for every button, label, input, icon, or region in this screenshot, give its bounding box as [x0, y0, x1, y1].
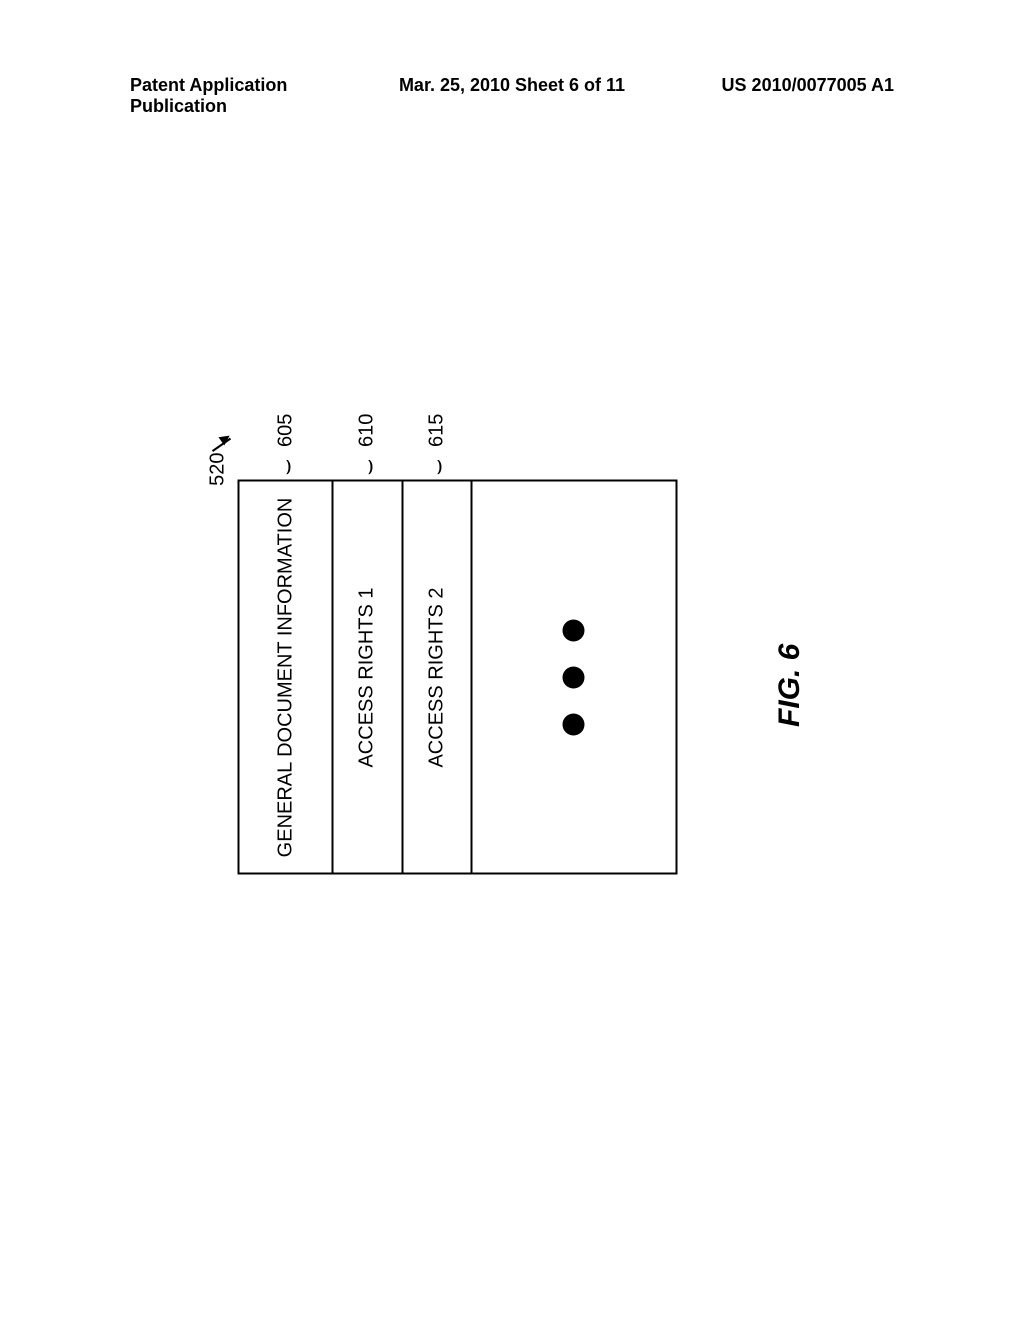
row-general-document-info: GENERAL DOCUMENT INFORMATION ⌣ 605 [240, 482, 334, 873]
brace-icon: ⌣ [424, 452, 450, 482]
row-label: ACCESS RIGHTS 1 [356, 587, 379, 767]
diagram-520: 520 GENERAL DOCUMENT INFORMATION ⌣ 605 A… [238, 458, 633, 898]
reference-520-number: 520 [207, 453, 230, 486]
reference-number: 610 [356, 414, 379, 447]
header-structure-table: 520 GENERAL DOCUMENT INFORMATION ⌣ 605 A… [238, 480, 678, 875]
ellipsis-dot-icon [563, 667, 585, 689]
ellipsis-dot-icon [563, 620, 585, 642]
reference-number: 605 [274, 414, 297, 447]
arrow-icon [208, 428, 228, 448]
row-ellipsis [472, 482, 675, 873]
ellipsis-dot-icon [563, 714, 585, 736]
header-publication-number: US 2010/0077005 A1 [639, 75, 894, 117]
reference-520: 520 [207, 428, 230, 486]
row-access-rights-1: ACCESS RIGHTS 1 ⌣ 610 [334, 482, 403, 873]
figure-label: FIG. 6 [773, 644, 807, 727]
row-label: ACCESS RIGHTS 2 [425, 587, 448, 767]
brace-icon: ⌣ [273, 452, 299, 482]
header-publication-type: Patent Application Publication [130, 75, 385, 117]
brace-icon: ⌣ [354, 452, 380, 482]
callout-605: ⌣ 605 [273, 414, 299, 482]
page-header: Patent Application Publication Mar. 25, … [0, 75, 1024, 117]
reference-number: 615 [425, 414, 448, 447]
callout-610: ⌣ 610 [354, 414, 380, 482]
header-date-sheet: Mar. 25, 2010 Sheet 6 of 11 [385, 75, 640, 117]
callout-615: ⌣ 615 [424, 414, 450, 482]
row-access-rights-2: ACCESS RIGHTS 2 ⌣ 615 [403, 482, 472, 873]
row-label: GENERAL DOCUMENT INFORMATION [274, 498, 297, 858]
